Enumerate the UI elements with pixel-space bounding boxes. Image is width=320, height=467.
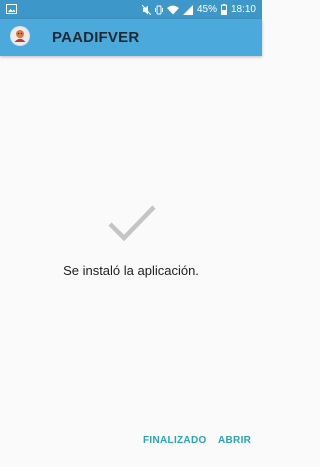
status-icons: 45% 18:10 <box>141 0 256 19</box>
status-bar: 45% 18:10 <box>0 0 262 19</box>
finish-button[interactable]: FINALIZADO <box>143 435 207 446</box>
checkmark-icon <box>108 205 156 242</box>
image-icon <box>6 4 17 14</box>
mute-icon <box>141 4 151 15</box>
install-success-message: Se instaló la aplicación. <box>63 263 199 278</box>
app-bar: PAADIFVER <box>0 19 262 56</box>
wifi-icon <box>166 5 179 14</box>
app-logo-icon <box>10 26 30 46</box>
vibrate-icon <box>154 5 163 14</box>
battery-percent: 45% <box>196 4 217 15</box>
app-title: PAADIFVER <box>52 29 140 46</box>
status-time: 18:10 <box>230 4 256 15</box>
cellular-signal-icon <box>182 4 193 15</box>
open-button[interactable]: ABRIR <box>218 435 251 446</box>
battery-icon <box>220 4 227 15</box>
